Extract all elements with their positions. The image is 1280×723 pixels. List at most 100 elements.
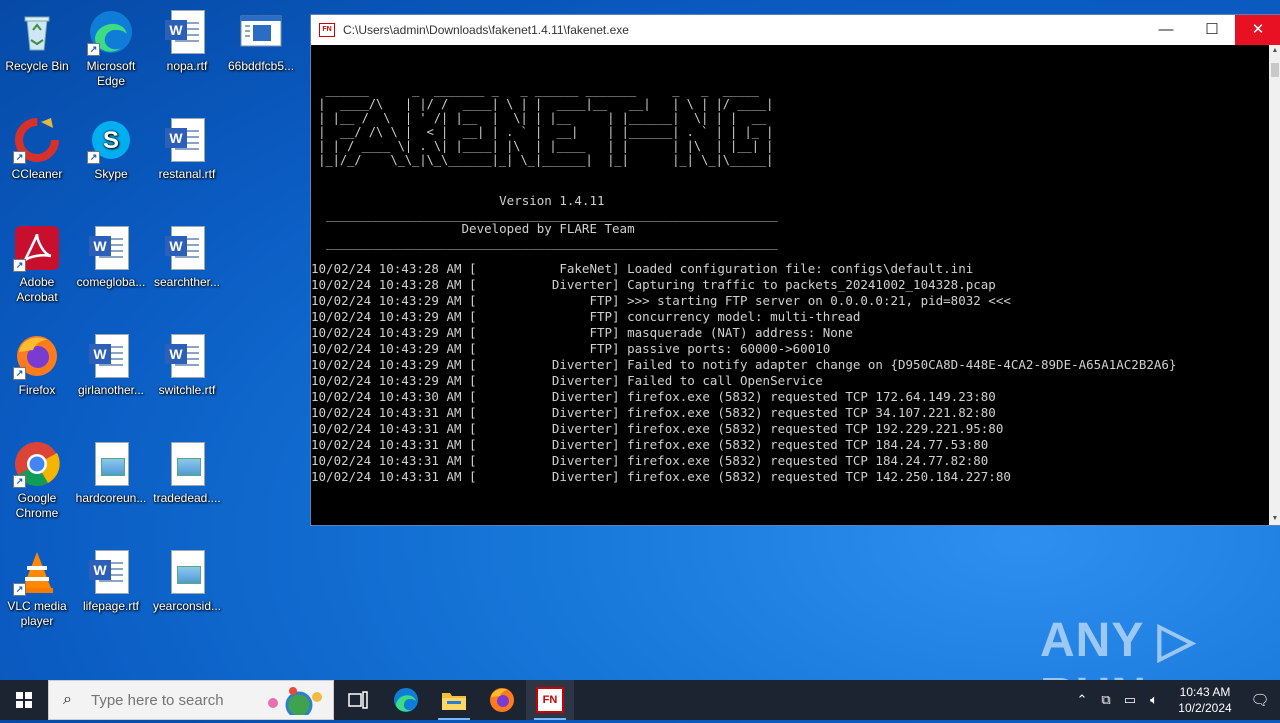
desktop-icon-switchle[interactable]: W switchle.rtf <box>151 332 223 398</box>
shortcut-arrow-icon: ↗ <box>13 475 26 488</box>
minimize-button[interactable]: — <box>1143 15 1189 45</box>
log-line: 10/02/24 10:43:31 AM [ Diverter] firefox… <box>311 469 1011 484</box>
desktop-icon-restanal[interactable]: W restanal.rtf <box>151 116 223 182</box>
clock-date: 10/2/2024 <box>1178 701 1232 715</box>
desktop-icon-adobe-acrobat[interactable]: ↗ Adobe Acrobat <box>1 224 73 305</box>
desktop-icon-skype[interactable]: S ↗ Skype <box>75 116 147 182</box>
desktop-icon-yearconsid[interactable]: yearconsid... <box>151 548 223 614</box>
chevron-up-icon[interactable]: ⌃ <box>1070 692 1094 708</box>
desktop-icon-label: girlanother... <box>77 383 145 397</box>
shortcut-arrow-icon: ↗ <box>87 43 100 56</box>
fakenet-app-icon: FN <box>319 23 335 37</box>
taskbar-firefox-button[interactable] <box>478 680 526 720</box>
window-titlebar[interactable]: FN C:\Users\admin\Downloads\fakenet1.4.1… <box>311 15 1280 45</box>
close-button[interactable]: ✕ <box>1235 15 1280 45</box>
notification-center-icon[interactable]: 🗨︎ <box>1240 691 1280 709</box>
desktop-icon-label: Firefox <box>18 383 56 397</box>
scroll-up-arrow-icon[interactable]: ▲ <box>1269 45 1280 57</box>
desktop-icon-66bddfcb5[interactable]: 66bddfcb5... <box>225 8 297 74</box>
vertical-scrollbar[interactable]: ▲ ▼ <box>1269 45 1280 525</box>
desktop-icon-label: comegloba... <box>76 275 146 289</box>
log-line: 10/02/24 10:43:30 AM [ Diverter] firefox… <box>311 389 996 404</box>
system-tray: ⌃ ⧉ ▭ 🔈︎ 10:43 AM 10/2/2024 🗨︎ <box>1070 680 1280 720</box>
desktop-icon-label: CCleaner <box>11 167 63 181</box>
taskbar-edge-button[interactable] <box>382 680 430 720</box>
desktop-icon-searchther[interactable]: W searchther... <box>151 224 223 290</box>
desktop-icon-tradedead[interactable]: tradedead.... <box>151 440 223 506</box>
taskbar-search-box[interactable]: ⌕ <box>48 680 334 720</box>
window-title: C:\Users\admin\Downloads\fakenet1.4.11\f… <box>343 23 629 37</box>
word-document-icon: W <box>87 548 135 596</box>
word-document-icon: W <box>163 8 211 56</box>
desktop-icon-lifepage[interactable]: W lifepage.rtf <box>75 548 147 614</box>
desktop-icon-label: Google Chrome <box>15 491 59 520</box>
image-file-icon <box>163 548 211 596</box>
desktop-icon-label: Microsoft Edge <box>86 59 136 88</box>
task-view-button[interactable] <box>334 680 382 720</box>
network-icon[interactable]: ▭ <box>1118 692 1142 708</box>
taskbar: ⌕ FN ⌃ ⧉ ▭ 🔈︎ 10:43 AM 10/2/2024 🗨︎ <box>0 680 1280 720</box>
taskbar-file-explorer-button[interactable] <box>430 680 478 720</box>
separator-rule: ________________________________________… <box>311 207 778 222</box>
log-line: 10/02/24 10:43:29 AM [ FTP] >>> starting… <box>311 293 1011 308</box>
desktop-icon-girlanother[interactable]: W girlanother... <box>75 332 147 398</box>
network-drive-icon[interactable]: ⧉ <box>1094 692 1118 708</box>
desktop-icon-hardcoreun[interactable]: hardcoreun... <box>75 440 147 506</box>
desktop-icon-vlc[interactable]: ↗ VLC media player <box>1 548 73 629</box>
log-line: 10/02/24 10:43:31 AM [ Diverter] firefox… <box>311 405 996 420</box>
desktop-icon-label: lifepage.rtf <box>82 599 140 613</box>
svg-text:S: S <box>103 127 119 154</box>
firefox-icon <box>490 688 514 712</box>
log-line: 10/02/24 10:43:29 AM [ Diverter] Failed … <box>311 373 823 388</box>
log-line: 10/02/24 10:43:31 AM [ Diverter] firefox… <box>311 437 989 452</box>
scroll-down-arrow-icon[interactable]: ▼ <box>1269 513 1280 525</box>
edge-icon <box>394 688 418 712</box>
desktop-icon-label: yearconsid... <box>152 599 222 613</box>
search-input[interactable] <box>89 690 253 710</box>
volume-icon[interactable]: 🔈︎ <box>1142 692 1166 708</box>
task-view-icon <box>348 691 368 709</box>
vlc-icon: ↗ <box>13 548 61 596</box>
search-highlight-illustration-icon <box>268 687 322 715</box>
taskbar-clock[interactable]: 10:43 AM 10/2/2024 <box>1170 684 1240 716</box>
recycle-bin-icon <box>13 8 61 56</box>
shortcut-arrow-icon: ↗ <box>87 151 100 164</box>
start-button[interactable] <box>0 680 48 720</box>
firefox-icon: ↗ <box>13 332 61 380</box>
desktop-icon-comegloba[interactable]: W comegloba... <box>75 224 147 290</box>
desktop-icon-firefox[interactable]: ↗ Firefox <box>1 332 73 398</box>
taskbar-fakenet-button[interactable]: FN <box>526 680 574 720</box>
search-icon: ⌕ <box>63 691 72 708</box>
image-file-icon <box>163 440 211 488</box>
fakenet-console-window[interactable]: FN C:\Users\admin\Downloads\fakenet1.4.1… <box>310 14 1280 526</box>
image-file-icon <box>87 440 135 488</box>
word-document-icon: W <box>87 332 135 380</box>
adobe-acrobat-icon: ↗ <box>13 224 61 272</box>
word-document-icon: W <box>163 332 211 380</box>
clock-time: 10:43 AM <box>1179 685 1231 699</box>
desktop-icon-label: searchther... <box>153 275 221 289</box>
desktop-icon-recycle-bin[interactable]: Recycle Bin <box>1 8 73 74</box>
ccleaner-icon: ↗ <box>13 116 61 164</box>
desktop-icon-nopa[interactable]: W nopa.rtf <box>151 8 223 74</box>
desktop-icon-microsoft-edge[interactable]: ↗ Microsoft Edge <box>75 8 147 89</box>
log-line: 10/02/24 10:43:31 AM [ Diverter] firefox… <box>311 421 1004 436</box>
desktop-icon-label: Recycle Bin <box>5 59 69 73</box>
log-line: 10/02/24 10:43:31 AM [ Diverter] firefox… <box>311 453 989 468</box>
desktop-icon-google-chrome[interactable]: ↗ Google Chrome <box>1 440 73 521</box>
log-line: 10/02/24 10:43:29 AM [ FTP] passive port… <box>311 341 831 356</box>
separator-rule: ________________________________________… <box>311 235 778 250</box>
desktop-icon-label: nopa.rtf <box>166 59 208 73</box>
shortcut-arrow-icon: ↗ <box>13 151 26 164</box>
log-line: 10/02/24 10:43:29 AM [ FTP] masquerade (… <box>311 325 853 340</box>
log-lines: 10/02/24 10:43:28 AM [ FakeNet] Loaded c… <box>311 261 1269 485</box>
log-line: 10/02/24 10:43:28 AM [ Diverter] Capturi… <box>311 277 996 292</box>
file-explorer-icon <box>442 693 466 710</box>
desktop-icon-ccleaner[interactable]: ↗ CCleaner <box>1 116 73 182</box>
desktop-icon-label: tradedead.... <box>153 491 221 505</box>
scroll-thumb[interactable] <box>1271 63 1279 77</box>
maximize-button[interactable]: ☐ <box>1189 15 1235 45</box>
fakenet-ascii-banner: ______ _ _______ _ _ ______ _______ _ _ … <box>318 83 774 167</box>
word-document-icon: W <box>163 116 211 164</box>
word-document-icon: W <box>163 224 211 272</box>
